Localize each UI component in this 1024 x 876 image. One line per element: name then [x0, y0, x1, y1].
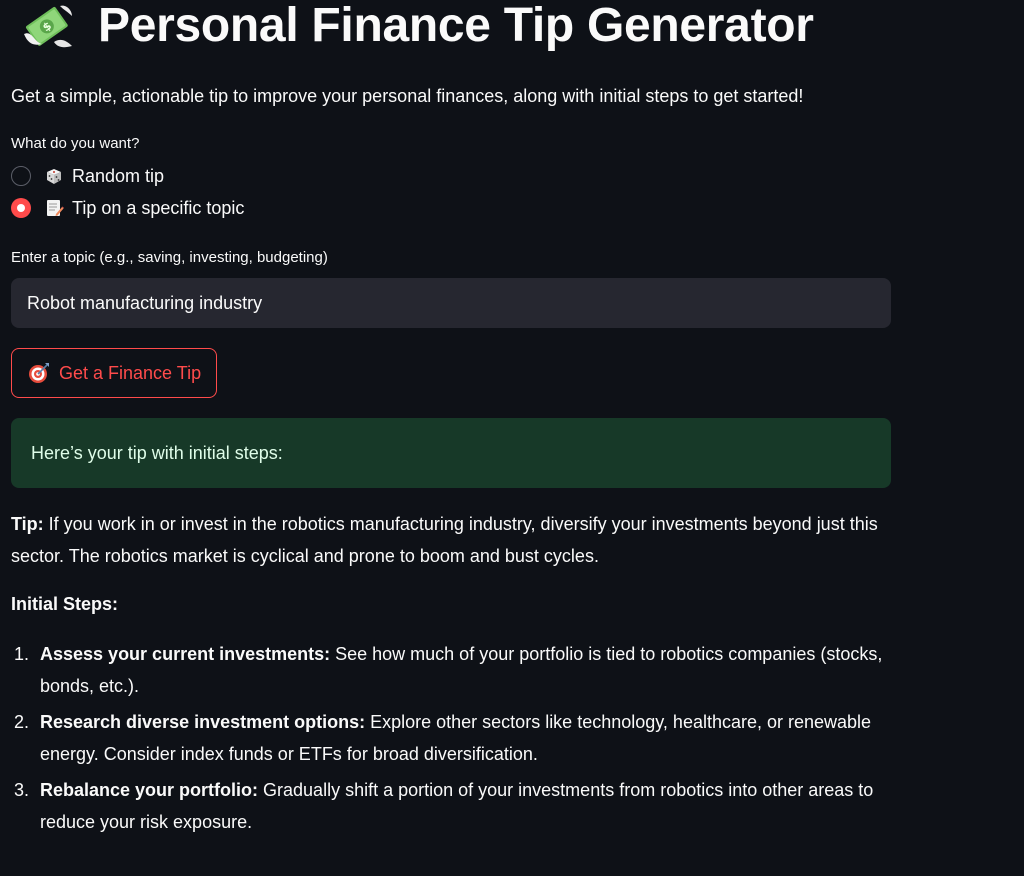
tip-mode-label: What do you want? — [11, 135, 140, 152]
tip-text: If you work in or invest in the robotics… — [11, 514, 878, 566]
tip-paragraph: Tip: If you work in or invest in the rob… — [11, 508, 891, 572]
step-number: 3. — [14, 780, 30, 800]
main-container: $ Personal Finance Tip Generator Get a s… — [11, 0, 891, 838]
radio-option-label: Random tip — [72, 165, 165, 186]
topic-input[interactable]: Robot manufacturing industry — [11, 278, 891, 328]
step-title: Research diverse investment options: — [40, 712, 366, 732]
radio-button-unchecked[interactable] — [11, 166, 31, 186]
tip-mode-radio-group: Random tip Tip on a specific topic — [11, 160, 891, 224]
success-alert: Here’s your tip with initial steps: — [11, 418, 891, 488]
list-item: 1. Assess your current investments: See … — [11, 638, 891, 702]
tip-label: Tip: — [11, 514, 44, 534]
steps-list: 1. Assess your current investments: See … — [11, 638, 891, 838]
step-title: Rebalance your portfolio: — [40, 780, 259, 800]
steps-heading: Initial Steps: — [11, 594, 119, 614]
money-with-wings-icon: $ — [24, 5, 72, 48]
button-label: Get a Finance Tip — [59, 362, 202, 383]
radio-option-label: Tip on a specific topic — [72, 197, 245, 218]
get-finance-tip-button[interactable]: Get a Finance Tip — [11, 348, 217, 398]
radio-option-random-tip[interactable]: Random tip — [11, 160, 891, 192]
step-body: Rebalance your portfolio: Gradually shif… — [40, 774, 891, 838]
step-body: Research diverse investment options: Exp… — [40, 706, 891, 770]
topic-input-label: Enter a topic (e.g., saving, investing, … — [11, 249, 328, 266]
step-body: Assess your current investments: See how… — [40, 638, 891, 702]
success-alert-text: Here’s your tip with initial steps: — [31, 442, 283, 463]
target-icon — [29, 363, 49, 383]
topic-input-value: Robot manufacturing industry — [27, 292, 263, 313]
header: $ Personal Finance Tip Generator — [11, 0, 891, 54]
step-title: Assess your current investments: — [40, 644, 331, 664]
page-subtitle: Get a simple, actionable tip to improve … — [11, 86, 804, 106]
dice-icon — [47, 169, 61, 184]
radio-button-checked[interactable] — [11, 198, 31, 218]
memo-icon — [47, 200, 64, 216]
radio-option-specific-topic[interactable]: Tip on a specific topic — [11, 192, 891, 224]
list-item: 2. Research diverse investment options: … — [11, 706, 891, 770]
list-item: 3. Rebalance your portfolio: Gradually s… — [11, 774, 891, 838]
step-number: 1. — [14, 644, 30, 664]
page-title: Personal Finance Tip Generator — [98, 0, 814, 52]
step-number: 2. — [14, 712, 30, 732]
